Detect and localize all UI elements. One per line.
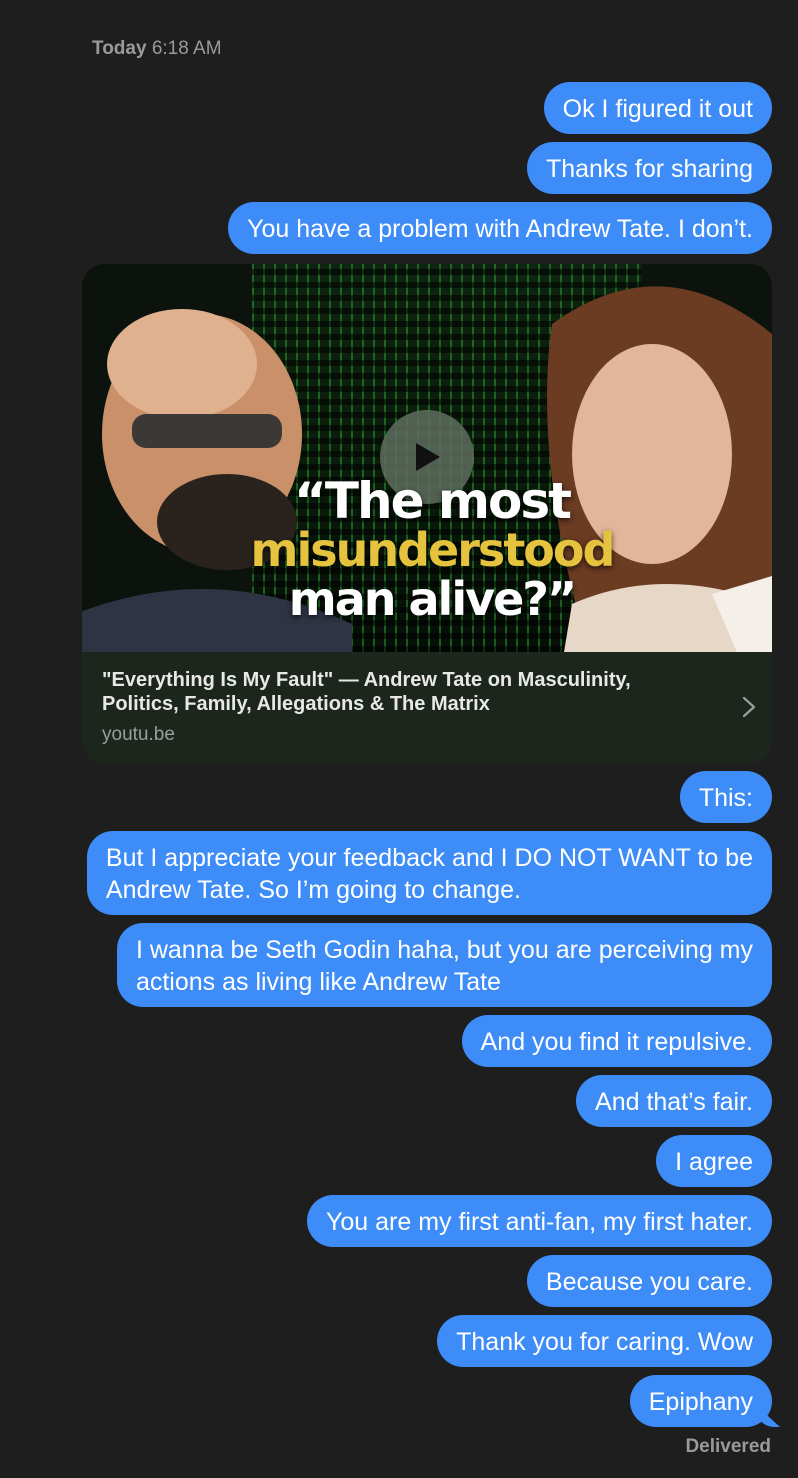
message-bubble[interactable]: And you find it repulsive.: [461, 1015, 772, 1067]
timestamp-time: 6:18 AM: [151, 38, 222, 59]
link-preview-domain: youtu.be: [102, 724, 175, 745]
link-preview-info[interactable]: "Everything Is My Fault" — Andrew Tate o…: [82, 652, 772, 763]
thumbnail-caption: “The most misunderstood man alive?”: [232, 476, 632, 624]
link-preview-title: "Everything Is My Fault" — Andrew Tate o…: [102, 669, 631, 715]
message-bubble[interactable]: Ok I figured it out: [543, 82, 772, 134]
message-bubble-last[interactable]: Epiphany: [629, 1375, 772, 1427]
message-bubble[interactable]: Thanks for sharing: [526, 142, 772, 194]
message-bubble[interactable]: Thank you for caring. Wow: [437, 1315, 772, 1367]
timestamp-day: Today: [92, 38, 147, 59]
chevron-right-icon: [742, 696, 756, 718]
message-bubble[interactable]: I agree: [656, 1135, 772, 1187]
message-thread: Ok I figured it out Thanks for sharing Y…: [0, 82, 798, 1435]
message-bubble[interactable]: You have a problem with Andrew Tate. I d…: [228, 202, 772, 254]
play-icon: [416, 443, 440, 471]
message-bubble[interactable]: I wanna be Seth Godin haha, but you are …: [116, 923, 772, 1007]
timestamp: Today 6:18 AM: [92, 38, 222, 60]
message-bubble[interactable]: But I appreciate your feedback and I DO …: [86, 831, 772, 915]
video-thumbnail[interactable]: “The most misunderstood man alive?”: [82, 264, 772, 652]
message-bubble[interactable]: Because you care.: [526, 1255, 772, 1307]
thumbnail-caption-line3: man alive?”: [288, 572, 577, 626]
message-bubble[interactable]: And that’s fair.: [576, 1075, 772, 1127]
link-preview-card[interactable]: “The most misunderstood man alive?” "Eve…: [82, 264, 772, 763]
message-bubble[interactable]: This:: [679, 771, 772, 823]
delivery-status: Delivered: [685, 1436, 771, 1457]
thumbnail-caption-line1: “The most: [294, 472, 572, 530]
message-bubble[interactable]: You are my first anti-fan, my first hate…: [306, 1195, 772, 1247]
thumbnail-caption-line2: misunderstood: [250, 523, 616, 577]
